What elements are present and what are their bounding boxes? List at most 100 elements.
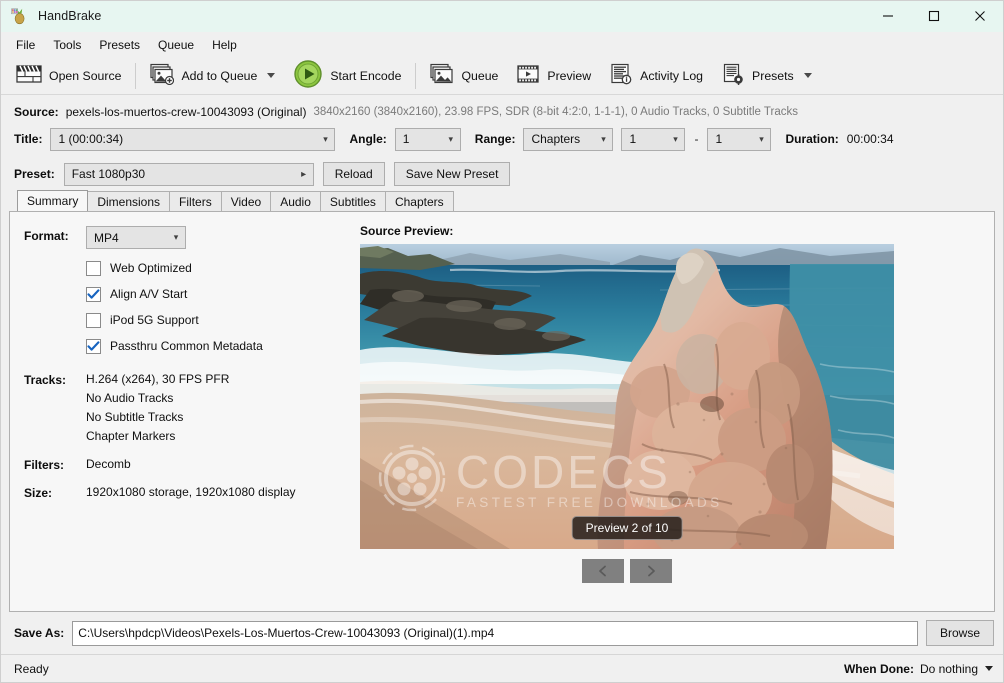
align-av-start-checkbox[interactable] (86, 286, 101, 302)
film-strip-icon (516, 63, 540, 88)
source-preview-image[interactable]: CODECS FASTEST FREE DOWNLOADS Preview 2 … (360, 244, 894, 549)
size-list: 1920x1080 storage, 1920x1080 display (86, 485, 296, 500)
when-done-value: Do nothing (919, 661, 978, 676)
chevron-down-icon: ▾ (673, 133, 678, 144)
range-end-select[interactable]: 1 ▾ (707, 127, 772, 151)
ipod-5g-support-label: iPod 5G Support (110, 313, 199, 327)
range-label: Range: (474, 132, 516, 146)
main-toolbar: Open Source Add to Queue Start Encode Qu… (1, 57, 1003, 95)
summary-panel: Format: MP4 ▾ Web Optimized Align A/V St… (9, 211, 995, 612)
status-text: Ready (14, 661, 49, 676)
chevron-down-icon: ▾ (601, 133, 606, 144)
save-as-label: Save As: (14, 626, 65, 640)
preview-label: Preview (547, 68, 592, 83)
queue-label: Queue (461, 68, 499, 83)
maximize-button[interactable] (911, 1, 957, 32)
range-end-value: 1 (715, 132, 723, 146)
close-button[interactable] (957, 1, 1003, 32)
presets-toolbar-button[interactable]: Presets (712, 60, 821, 92)
save-as-input[interactable]: C:\Users\hpdcp\Videos\Pexels-Los-Muertos… (72, 620, 918, 646)
filters-value: Decomb (86, 457, 131, 471)
ipod-5g-support-checkbox[interactable] (86, 312, 101, 328)
chevron-down-icon[interactable] (803, 73, 812, 78)
window-controls (865, 1, 1003, 32)
tab-summary[interactable]: Summary (17, 190, 89, 211)
source-metadata: 3840x2160 (3840x2160), 23.98 FPS, SDR (8… (313, 105, 798, 118)
tracks-label: Tracks: (24, 373, 67, 387)
source-preview-title: Source Preview: (360, 224, 454, 238)
title-bar: HandBrake (1, 1, 1003, 32)
range-type-select[interactable]: Chapters ▾ (523, 127, 614, 151)
presets-toolbar-label: Presets (752, 68, 794, 83)
tab-video[interactable]: Video (220, 191, 272, 211)
source-name: pexels-los-muertos-crew-10043093 (Origin… (65, 104, 307, 119)
tab-dimensions[interactable]: Dimensions (87, 191, 171, 211)
preview-next-button[interactable] (630, 559, 672, 583)
handbrake-window: HandBrake File Tools Presets Queue Help (0, 0, 1004, 683)
tab-chapters[interactable]: Chapters (384, 191, 454, 211)
chevron-down-icon: ▾ (173, 232, 179, 242)
filters-label: Filters: (24, 458, 65, 472)
preview-nav-row (360, 559, 894, 583)
preset-select[interactable]: Fast 1080p30 ▸ (63, 162, 314, 186)
web-optimized-checkbox[interactable] (86, 260, 101, 276)
queue-stack-icon (430, 63, 454, 88)
size-label: Size: (24, 486, 53, 500)
chevron-down-icon[interactable] (267, 73, 276, 78)
duration-label: Duration: (785, 132, 839, 146)
add-to-queue-button[interactable]: Add to Queue (141, 60, 284, 92)
save-new-preset-button[interactable]: Save New Preset (393, 162, 511, 186)
title-label: Title: (14, 132, 43, 146)
activity-log-button[interactable]: Activity Log (600, 60, 712, 92)
tab-audio[interactable]: Audio (270, 191, 321, 211)
chevron-down-icon: ▾ (759, 133, 764, 144)
filters-section: Filters: Decomb (24, 457, 360, 472)
size-section: Size: 1920x1080 storage, 1920x1080 displ… (24, 485, 360, 500)
tab-filters[interactable]: Filters (169, 191, 222, 211)
chevron-right-icon: ▸ (301, 168, 307, 180)
chevron-down-icon[interactable] (985, 666, 993, 671)
when-done-label: When Done: (843, 661, 914, 676)
source-row: Source: pexels-los-muertos-crew-10043093… (1, 99, 1003, 124)
title-select[interactable]: 1 (00:00:34) ▾ (50, 127, 336, 151)
preview-button[interactable]: Preview (507, 60, 600, 92)
menu-tools[interactable]: Tools (44, 34, 90, 56)
toolbar-separator-2 (415, 62, 417, 89)
open-source-button[interactable]: Open Source (7, 60, 130, 92)
handbrake-pineapple-icon (10, 7, 28, 25)
menu-help[interactable]: Help (203, 34, 246, 56)
toolbar-separator-1 (135, 62, 137, 89)
format-select[interactable]: MP4 ▾ (86, 226, 186, 249)
preview-prev-button[interactable] (582, 559, 624, 583)
range-type-value: Chapters (531, 132, 581, 146)
passthru-metadata-label: Passthru Common Metadata (110, 339, 263, 353)
align-av-start-label: Align A/V Start (110, 287, 188, 301)
angle-select[interactable]: 1 ▾ (394, 127, 461, 151)
angle-label: Angle: (349, 132, 387, 146)
reload-button[interactable]: Reload (322, 162, 385, 186)
passthru-metadata-checkbox[interactable] (86, 338, 101, 354)
preset-select-value: Fast 1080p30 (71, 167, 146, 181)
queue-button[interactable]: Queue (421, 60, 507, 92)
duration-value: 00:00:34 (846, 132, 894, 146)
presets-gear-document-icon (721, 63, 745, 88)
browse-button[interactable]: Browse (925, 620, 994, 646)
passthru-metadata-row[interactable]: Passthru Common Metadata (86, 333, 360, 359)
align-av-start-row[interactable]: Align A/V Start (86, 281, 360, 307)
play-circle-icon (293, 59, 323, 92)
range-start-select[interactable]: 1 ▾ (621, 127, 686, 151)
minimize-button[interactable] (865, 1, 911, 32)
menu-presets[interactable]: Presets (90, 34, 149, 56)
start-encode-button[interactable]: Start Encode (284, 60, 410, 92)
menu-file[interactable]: File (7, 34, 44, 56)
preset-label: Preset: (14, 167, 55, 181)
tracks-line-chapters: Chapter Markers (86, 429, 176, 443)
web-optimized-row[interactable]: Web Optimized (86, 255, 360, 281)
filters-list: Decomb (86, 457, 131, 472)
tab-subtitles[interactable]: Subtitles (319, 191, 386, 211)
tracks-list: H.264 (x264), 30 FPS PFR No Audio Tracks… (86, 372, 229, 444)
ipod-5g-support-row[interactable]: iPod 5G Support (86, 307, 360, 333)
when-done-control[interactable]: When Done: Do nothing (844, 662, 993, 676)
title-bar-left: HandBrake (1, 7, 101, 25)
menu-queue[interactable]: Queue (149, 34, 203, 56)
